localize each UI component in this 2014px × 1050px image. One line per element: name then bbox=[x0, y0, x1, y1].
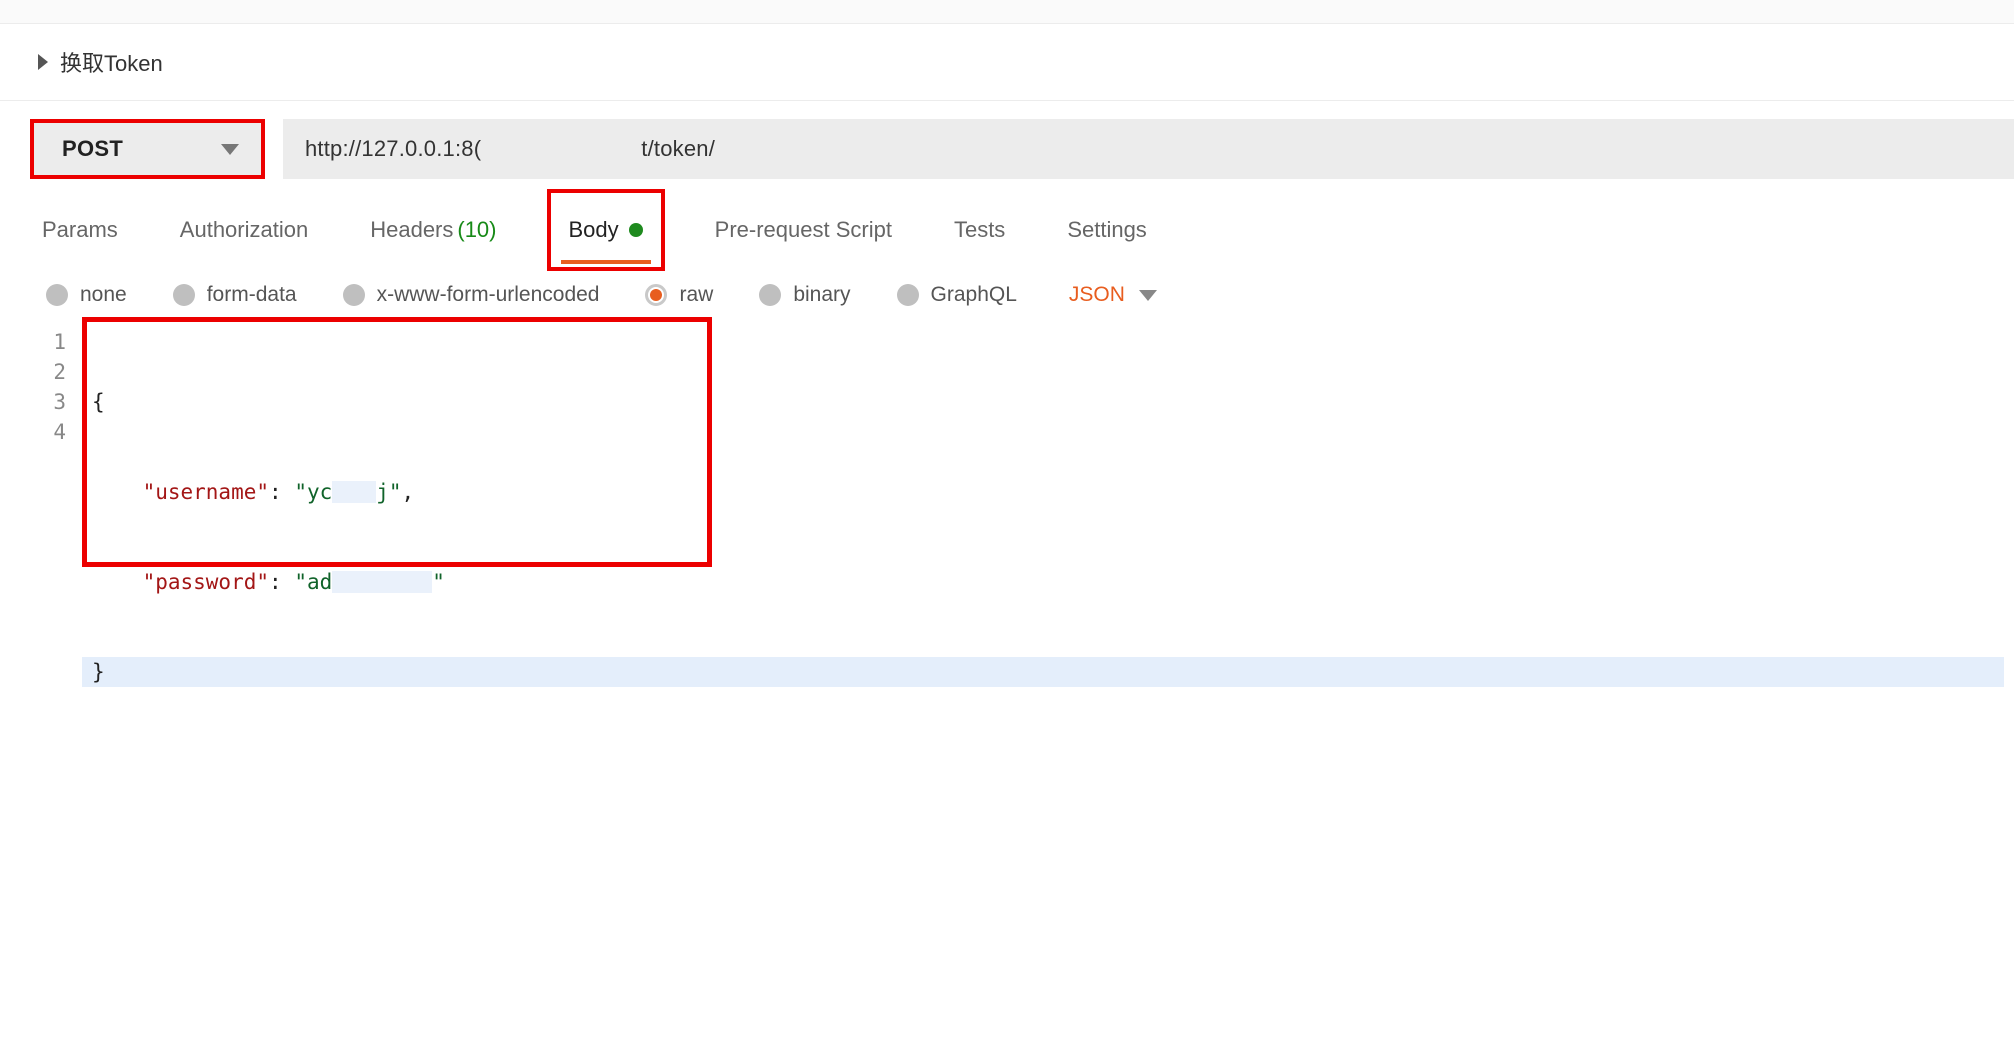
body-mode-row: none form-data x-www-form-urlencoded raw… bbox=[0, 263, 2014, 319]
tab-settings[interactable]: Settings bbox=[1063, 197, 1151, 263]
tab-body[interactable]: Body bbox=[565, 197, 647, 263]
radio-icon bbox=[759, 284, 781, 306]
masked-segment bbox=[332, 571, 432, 593]
method-url-row: POST http://127.0.0.1:8( t/token/ bbox=[0, 101, 2014, 197]
value-username-prefix: "yc bbox=[294, 480, 332, 504]
tab-params[interactable]: Params bbox=[38, 197, 122, 263]
code-line: "password": "ad" bbox=[92, 567, 2014, 597]
body-mode-none[interactable]: none bbox=[46, 283, 127, 307]
body-editor[interactable]: 1 2 3 4 { "username": "ycj", "password":… bbox=[14, 327, 2014, 747]
chevron-down-icon bbox=[1139, 290, 1157, 301]
tab-headers-count: (10) bbox=[457, 217, 496, 243]
value-password-suffix: " bbox=[432, 570, 445, 594]
tab-tests[interactable]: Tests bbox=[950, 197, 1009, 263]
request-name: 换取Token bbox=[60, 46, 163, 78]
gutter-line: 2 bbox=[14, 357, 66, 387]
brace-close: } bbox=[92, 660, 105, 684]
tab-body-wrapper: Body bbox=[547, 197, 665, 263]
body-mode-xwww-label: x-www-form-urlencoded bbox=[377, 283, 600, 307]
request-name-row[interactable]: 换取Token bbox=[0, 24, 2014, 101]
tab-body-label: Body bbox=[569, 217, 619, 243]
chevron-down-icon bbox=[221, 144, 239, 155]
gutter-line: 1 bbox=[14, 327, 66, 357]
masked-segment bbox=[332, 481, 376, 503]
body-mode-graphql-label: GraphQL bbox=[931, 283, 1017, 307]
body-language-select[interactable]: JSON bbox=[1069, 283, 1157, 307]
body-mode-form-data[interactable]: form-data bbox=[173, 283, 297, 307]
body-mode-form-data-label: form-data bbox=[207, 283, 297, 307]
tab-settings-label: Settings bbox=[1067, 217, 1147, 243]
http-method-select[interactable]: POST bbox=[30, 119, 265, 179]
url-prefix: http://127.0.0.1:8( bbox=[305, 136, 481, 162]
body-dirty-dot-icon bbox=[629, 223, 643, 237]
tab-params-label: Params bbox=[42, 217, 118, 243]
body-language-label: JSON bbox=[1069, 283, 1125, 307]
body-mode-none-label: none bbox=[80, 283, 127, 307]
radio-icon bbox=[46, 284, 68, 306]
body-mode-binary-label: binary bbox=[793, 283, 850, 307]
body-mode-xwww[interactable]: x-www-form-urlencoded bbox=[343, 283, 600, 307]
key-username: "username" bbox=[143, 480, 269, 504]
body-mode-graphql[interactable]: GraphQL bbox=[897, 283, 1017, 307]
tabs-strip-placeholder bbox=[0, 0, 2014, 24]
tab-authorization[interactable]: Authorization bbox=[176, 197, 312, 263]
radio-icon bbox=[173, 284, 195, 306]
url-input[interactable]: http://127.0.0.1:8( t/token/ bbox=[283, 119, 2014, 179]
collapse-arrow-icon bbox=[38, 54, 48, 70]
code-area[interactable]: { "username": "ycj", "password": "ad" } bbox=[92, 327, 2014, 747]
code-line: { bbox=[92, 387, 2014, 417]
tab-headers-label: Headers bbox=[370, 217, 453, 243]
radio-icon bbox=[343, 284, 365, 306]
body-mode-binary[interactable]: binary bbox=[759, 283, 850, 307]
http-method-value: POST bbox=[62, 136, 123, 162]
gutter-line: 3 bbox=[14, 387, 66, 417]
code-line-highlighted: } bbox=[82, 657, 2004, 687]
tab-prerequest[interactable]: Pre-request Script bbox=[711, 197, 896, 263]
request-tabs: Params Authorization Headers (10) Body P… bbox=[0, 197, 2014, 263]
tab-authorization-label: Authorization bbox=[180, 217, 308, 243]
tab-tests-label: Tests bbox=[954, 217, 1005, 243]
value-username-suffix: j" bbox=[376, 480, 401, 504]
brace-open: { bbox=[92, 390, 105, 414]
radio-selected-icon bbox=[645, 284, 667, 306]
radio-icon bbox=[897, 284, 919, 306]
value-password-prefix: "ad bbox=[294, 570, 332, 594]
tab-headers[interactable]: Headers (10) bbox=[366, 197, 500, 263]
line-gutter: 1 2 3 4 bbox=[14, 327, 82, 447]
key-password: "password" bbox=[143, 570, 269, 594]
body-mode-raw[interactable]: raw bbox=[645, 283, 713, 307]
gutter-line: 4 bbox=[14, 417, 66, 447]
tab-prerequest-label: Pre-request Script bbox=[715, 217, 892, 243]
url-suffix: t/token/ bbox=[641, 136, 715, 162]
body-mode-raw-label: raw bbox=[679, 283, 713, 307]
code-line: "username": "ycj", bbox=[92, 477, 2014, 507]
